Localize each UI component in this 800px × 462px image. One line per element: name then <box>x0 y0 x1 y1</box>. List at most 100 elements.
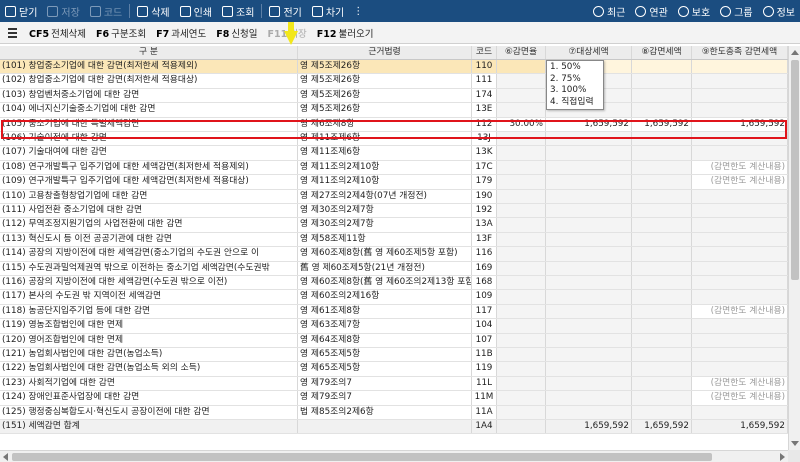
table-row[interactable]: (115) 수도권과밀억제권역 밖으로 이전하는 중소기업 세액감면(수도권밖 舊… <box>0 261 788 276</box>
rate-cell[interactable] <box>497 132 546 146</box>
column-header[interactable]: ⑨한도충족 감면세액 <box>692 46 788 59</box>
reduce-amount-cell[interactable] <box>632 247 692 261</box>
table-row[interactable]: (118) 농공단지입주기업 등에 대한 감면 영 제61조제8항 117 (감면한도… <box>0 304 788 320</box>
rate-cell[interactable] <box>497 146 546 160</box>
table-row[interactable]: (113) 혁신도시 등 이전 공공기관에 대한 감면 영 제58조제11항 13F <box>0 232 788 248</box>
column-header[interactable]: ⑦대상세액 <box>546 46 632 59</box>
limit-amount-cell[interactable] <box>692 204 788 218</box>
rate-cell[interactable] <box>497 405 546 419</box>
rate-cell[interactable] <box>497 60 546 74</box>
reduce-amount-cell[interactable] <box>632 276 692 290</box>
target-amount-cell[interactable] <box>546 146 632 160</box>
reduce-amount-cell[interactable] <box>632 261 692 275</box>
protect-button[interactable]: 보호 <box>673 0 715 22</box>
table-row[interactable]: (110) 고용창출형창업기업에 대한 감면 영 제27조의2제4항(07년 개정… <box>0 189 788 204</box>
limit-amount-cell[interactable] <box>692 88 788 103</box>
reduce-amount-cell[interactable] <box>632 376 692 391</box>
limit-amount-cell[interactable] <box>692 218 788 232</box>
target-amount-cell[interactable] <box>546 304 632 319</box>
table-row[interactable]: (112) 무역조정지원기업의 사업전환에 대한 감면 영 제30조의2제7항 13… <box>0 218 788 233</box>
fkey-f12-button[interactable]: F12 불러오기 <box>312 26 379 40</box>
target-amount-cell[interactable] <box>546 391 632 405</box>
group-button[interactable]: 그룹 <box>715 0 757 22</box>
close-button[interactable]: 닫기 <box>0 0 42 22</box>
reduce-amount-cell[interactable] <box>632 60 692 74</box>
column-header[interactable]: 구 분 <box>0 46 298 59</box>
reduce-amount-cell[interactable] <box>632 290 692 304</box>
target-amount-cell[interactable] <box>546 247 632 261</box>
table-row[interactable]: (119) 영농조합법인에 대한 면제 영 제63조제7항 104 <box>0 319 788 334</box>
horizontal-scroll-thumb[interactable] <box>12 453 712 461</box>
limit-amount-cell[interactable]: (감면한도 계산내용) <box>692 304 788 319</box>
limit-amount-cell[interactable] <box>692 247 788 261</box>
target-amount-cell[interactable] <box>546 348 632 362</box>
limit-amount-cell[interactable]: (감면한도 계산내용) <box>692 175 788 189</box>
table-row[interactable]: (104) 에너지신기술중소기업에 대한 감면 영 제5조제26항 13E <box>0 103 788 118</box>
table-row[interactable]: (103) 창업벤처중소기업에 대한 감면 영 제5조제26항 174 <box>0 88 788 104</box>
link-button[interactable]: 연관 <box>630 0 672 22</box>
table-row[interactable]: (102) 창업중소기업에 대한 감면(최저한세 적용대상) 영 제5조제26항 1… <box>0 74 788 89</box>
dropdown-option[interactable]: 3. 100% <box>547 85 603 97</box>
reduce-amount-cell[interactable] <box>632 74 692 88</box>
table-row[interactable]: (122) 농업회사법인에 대한 감면(농업소득 외의 소득) 영 제65조제5항… <box>0 362 788 377</box>
limit-amount-cell[interactable] <box>692 290 788 304</box>
reduce-amount-cell[interactable] <box>632 304 692 319</box>
reduce-amount-cell[interactable]: 1,659,592 <box>632 420 692 434</box>
table-row[interactable]: (105) 중소기업에 대한 특별세액감면 영 제6조제8항 112 30.00% 1,… <box>0 117 788 132</box>
horizontal-scrollbar[interactable] <box>0 450 788 462</box>
reduce-amount-cell[interactable] <box>632 160 692 175</box>
code-button[interactable]: 코드 <box>85 0 127 22</box>
limit-amount-cell[interactable] <box>692 362 788 376</box>
table-row[interactable]: (106) 기술이전에 대한 감면 영 제11조제6항 13J <box>0 132 788 147</box>
scroll-right-icon[interactable] <box>780 453 785 461</box>
table-row[interactable]: (123) 사회적기업에 대한 감면 영 제79조의7 11L (감면한도 계산내용) <box>0 376 788 392</box>
limit-amount-cell[interactable]: 1,659,592 <box>692 420 788 434</box>
rate-cell[interactable] <box>497 348 546 362</box>
column-header[interactable]: 근거법령 <box>298 46 472 59</box>
table-row[interactable]: (121) 농업회사법인에 대한 감면(농업소득) 영 제65조제5항 11B <box>0 348 788 363</box>
table-row[interactable]: (101) 창업중소기업에 대한 감면(최저한세 적용제외) 영 제5조제26항 1… <box>0 60 788 75</box>
rate-cell[interactable] <box>497 160 546 175</box>
reduce-amount-cell[interactable] <box>632 204 692 218</box>
fkey-f7-button[interactable]: F7 과세연도 <box>151 26 211 40</box>
fkey-cf5-button[interactable]: CF5 전체삭제 <box>24 26 91 40</box>
target-amount-cell[interactable] <box>546 204 632 218</box>
reduce-amount-cell[interactable] <box>632 319 692 333</box>
dropdown-option[interactable]: 4. 직접입력 <box>547 97 603 109</box>
table-row[interactable]: (109) 연구개발특구 입주기업에 대한 세액감면(최저한세 적용대상) 영 제… <box>0 175 788 190</box>
search-button[interactable]: 조회 <box>217 0 259 22</box>
table-row[interactable]: (108) 연구개발특구 입주기업에 대한 세액감면(최저한세 적용제외) 영 제… <box>0 160 788 176</box>
rate-cell[interactable] <box>497 175 546 189</box>
fkey-f6-button[interactable]: F6 구분조회 <box>91 26 151 40</box>
limit-amount-cell[interactable]: (감면한도 계산내용) <box>692 376 788 391</box>
rate-cell[interactable] <box>497 103 546 117</box>
table-row[interactable]: (107) 기술대여에 대한 감면 영 제11조제6항 13K <box>0 146 788 161</box>
limit-amount-cell[interactable] <box>692 74 788 88</box>
column-header[interactable]: ⑧감면세액 <box>632 46 692 59</box>
scroll-down-icon[interactable] <box>791 441 799 446</box>
reduce-amount-cell[interactable] <box>632 362 692 376</box>
rate-cell[interactable] <box>497 362 546 376</box>
rate-cell[interactable] <box>497 376 546 391</box>
rate-cell[interactable] <box>497 261 546 275</box>
target-amount-cell[interactable] <box>546 232 632 247</box>
rate-cell[interactable] <box>497 276 546 290</box>
target-amount-cell[interactable] <box>546 261 632 275</box>
reduction-rate-dropdown[interactable]: 1. 50% 2. 75% 3. 100% 4. 직접입력 <box>546 60 604 110</box>
target-amount-cell[interactable] <box>546 362 632 376</box>
limit-amount-cell[interactable] <box>692 333 788 347</box>
scroll-up-icon[interactable] <box>791 50 799 55</box>
table-row[interactable]: (124) 장애인표준사업장에 대한 감면 영 제79조의7 11M (감면한도 계산… <box>0 391 788 406</box>
rate-cell[interactable] <box>497 420 546 434</box>
limit-amount-cell[interactable]: 1,659,592 <box>692 117 788 131</box>
target-amount-cell[interactable] <box>546 319 632 333</box>
next-button[interactable]: 차기 <box>307 0 349 22</box>
limit-amount-cell[interactable] <box>692 405 788 419</box>
limit-amount-cell[interactable] <box>692 189 788 203</box>
more-menu-icon[interactable]: ⋮ <box>349 6 367 17</box>
rate-cell[interactable] <box>497 189 546 203</box>
target-amount-cell[interactable] <box>546 405 632 419</box>
vertical-scrollbar[interactable] <box>788 46 800 450</box>
rate-cell[interactable] <box>497 232 546 247</box>
dropdown-option[interactable]: 2. 75% <box>547 74 603 86</box>
